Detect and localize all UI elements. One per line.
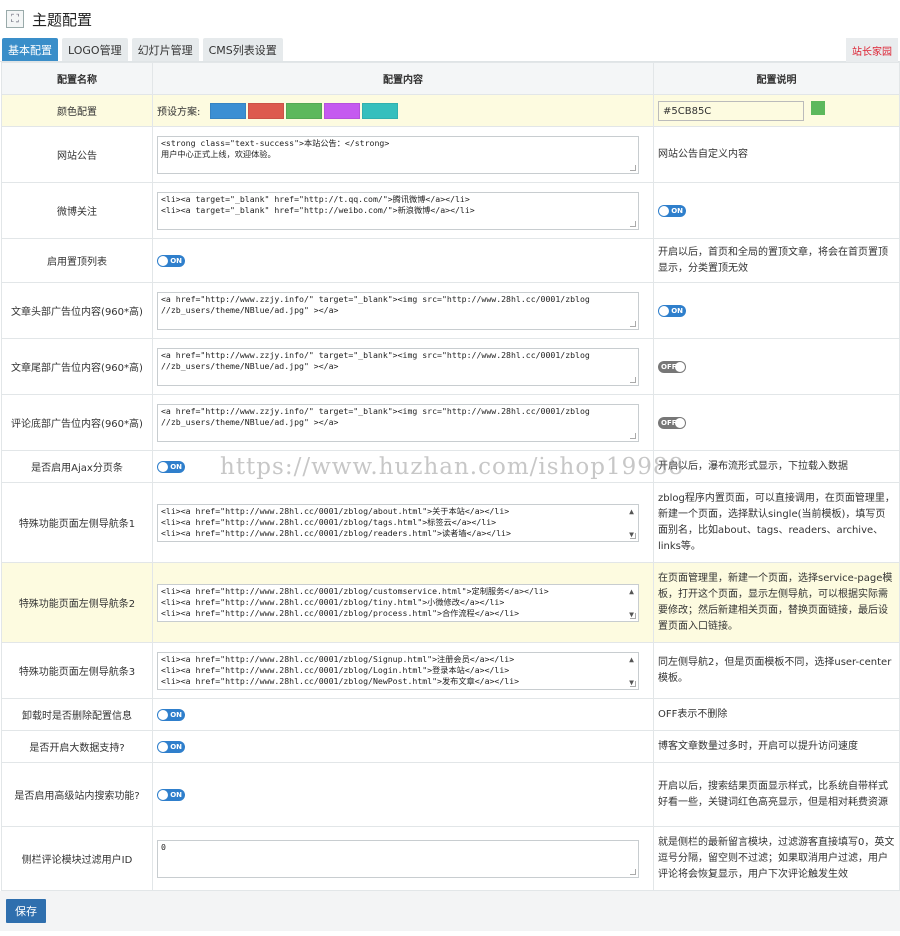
scrollbar[interactable]: ▲ ▼ [626,654,637,688]
row-name: 文章头部广告位内容(960*高) [1,282,153,339]
sticky-toggle[interactable]: ON [157,254,185,267]
scrollbar[interactable]: ▲ ▼ [626,506,637,540]
ad-head-toggle[interactable]: ON [658,304,686,317]
theme-config-icon: ⛶ [6,10,24,28]
column-header-name: 配置名称 [1,62,153,95]
tab-basic-config[interactable]: 基本配置 [2,38,58,61]
nav2-textarea[interactable]: <li><a href="http://www.28hl.cc/0001/zbl… [157,583,639,622]
tab-bar: 基本配置 LOGO管理 幻灯片管理 CMS列表设置 站长家园 [0,38,900,62]
scrollbar[interactable]: ▲ ▼ [626,586,637,620]
ajax-toggle[interactable]: ON [157,460,185,473]
color-swatch-green[interactable] [286,102,323,119]
search-toggle[interactable]: ON [157,788,185,801]
row-name: 网站公告 [1,126,153,183]
table-row: 特殊功能页面左侧导航条3 <li><a href="http://www.28h… [1,642,900,699]
ad-foot-textarea[interactable]: <a href="http://www.zzjy.info/" target="… [157,347,639,386]
column-header-content: 配置内容 [152,62,654,95]
row-name: 启用置顶列表 [1,238,153,283]
nav3-textarea[interactable]: <li><a href="http://www.28hl.cc/0001/zbl… [157,651,639,690]
ad-head-textarea[interactable]: <a href="http://www.zzjy.info/" target="… [157,291,639,330]
site-link[interactable]: 站长家园 [846,38,898,62]
table-row: 是否启用高级站内搜索功能? ON 开启以后，搜索结果页面显示样式，比系统自带样式… [1,762,900,827]
row-name: 颜色配置 [1,94,153,127]
row-name: 评论底部广告位内容(960*高) [1,394,153,451]
row-name: 侧栏评论模块过滤用户ID [1,826,153,891]
table-row: 侧栏评论模块过滤用户ID 0 就是侧栏的最新留言模块，过滤游客直接填写0，英文逗… [1,826,900,891]
column-header-desc: 配置说明 [653,62,900,95]
table-header-row: 配置名称 配置内容 配置说明 [1,62,900,95]
ad-comment-textarea[interactable]: <a href="http://www.zzjy.info/" target="… [157,403,639,442]
row-desc: zblog程序内置页面，可以直接调用，在页面管理里，新建一个页面，选择默认sin… [653,482,900,563]
color-swatch-purple[interactable] [324,102,361,119]
row-desc: 就是侧栏的最新留言模块，过滤游客直接填写0，英文逗号分隔，留空则不过滤；如果取消… [653,826,900,891]
preset-label: 预设方案: [157,107,201,118]
tab-cms-list-settings[interactable]: CMS列表设置 [202,38,283,61]
table-row: 启用置顶列表 ON 开启以后，首页和全局的置顶文章，将会在首页置顶显示，分类置顶… [1,238,900,283]
row-desc: 开启以后，瀑布流形式显示，下拉载入数据 [653,450,900,483]
row-name: 文章尾部广告位内容(960*高) [1,338,153,395]
notice-textarea[interactable]: <strong class="text-success">本站公告：</stro… [157,135,639,174]
table-row: 卸载时是否删除配置信息 ON OFF表示不删除 [1,698,900,731]
save-button[interactable]: 保存 [6,899,46,923]
row-desc: 开启以后，首页和全局的置顶文章，将会在首页置顶显示，分类置顶无效 [653,238,900,283]
table-row: 微博关注 <li><a target="_blank" href="http:/… [1,182,900,239]
row-name: 是否启用高级站内搜索功能? [1,762,153,827]
row-name: 特殊功能页面左侧导航条3 [1,642,153,699]
color-input[interactable]: #5CB85C [658,100,804,121]
uninstall-toggle[interactable]: ON [157,708,185,721]
table-row: 文章尾部广告位内容(960*高) <a href="http://www.zzj… [1,338,900,395]
row-desc: 同左侧导航2，但是页面模板不同，选择user-center模板。 [653,642,900,699]
row-name: 卸载时是否删除配置信息 [1,698,153,731]
table-row: 颜色配置 预设方案: #5CB85C [1,94,900,127]
form-footer: 保存 [0,891,900,931]
table-row: 特殊功能页面左侧导航条1 <li><a href="http://www.28h… [1,482,900,563]
comment-filter-textarea[interactable]: 0 [157,839,639,878]
table-row: 特殊功能页面左侧导航条2 <li><a href="http://www.28h… [1,562,900,643]
row-desc: 博客文章数量过多时，开启可以提升访问速度 [653,730,900,763]
bigdata-toggle[interactable]: ON [157,740,185,753]
tab-logo-management[interactable]: LOGO管理 [62,38,128,61]
table-row: 是否开启大数据支持? ON 博客文章数量过多时，开启可以提升访问速度 [1,730,900,763]
nav1-textarea[interactable]: <li><a href="http://www.28hl.cc/0001/zbl… [157,503,639,542]
row-name: 特殊功能页面左侧导航条1 [1,482,153,563]
table-row: 网站公告 <strong class="text-success">本站公告：<… [1,126,900,183]
ad-foot-toggle[interactable]: OFF [658,360,686,373]
color-swatch-red[interactable] [248,102,285,119]
weibo-toggle[interactable]: ON [658,204,686,217]
config-table: 配置名称 配置内容 配置说明 颜色配置 预设方案: #5CB85C 网站公告 <… [1,62,900,891]
color-presets-cell: 预设方案: [152,94,654,127]
color-swatch-teal[interactable] [362,102,399,119]
row-desc: 开启以后，搜索结果页面显示样式，比系统自带样式好看一些，关键词红色高亮显示，但是… [653,762,900,827]
row-desc: OFF表示不删除 [653,698,900,731]
table-row: 评论底部广告位内容(960*高) <a href="http://www.zzj… [1,394,900,451]
color-preview [811,100,826,115]
row-name: 是否开启大数据支持? [1,730,153,763]
tab-slideshow-management[interactable]: 幻灯片管理 [131,38,199,61]
ad-comment-toggle[interactable]: OFF [658,416,686,429]
color-swatch-blue[interactable] [210,102,247,119]
table-row: 文章头部广告位内容(960*高) <a href="http://www.zzj… [1,282,900,339]
row-desc: 在页面管理里，新建一个页面，选择service-page模板，打开这个页面，显示… [653,562,900,643]
weibo-textarea[interactable]: <li><a target="_blank" href="http://t.qq… [157,191,639,230]
row-name: 微博关注 [1,182,153,239]
page-header: ⛶ 主题配置 [0,0,900,38]
row-desc: 网站公告自定义内容 [653,126,900,183]
color-input-cell: #5CB85C [653,94,900,127]
page-title: 主题配置 [32,10,93,29]
row-name: 特殊功能页面左侧导航条2 [1,562,153,643]
row-name: 是否启用Ajax分页条 [1,450,153,483]
table-row: 是否启用Ajax分页条 ON 开启以后，瀑布流形式显示，下拉载入数据 [1,450,900,483]
